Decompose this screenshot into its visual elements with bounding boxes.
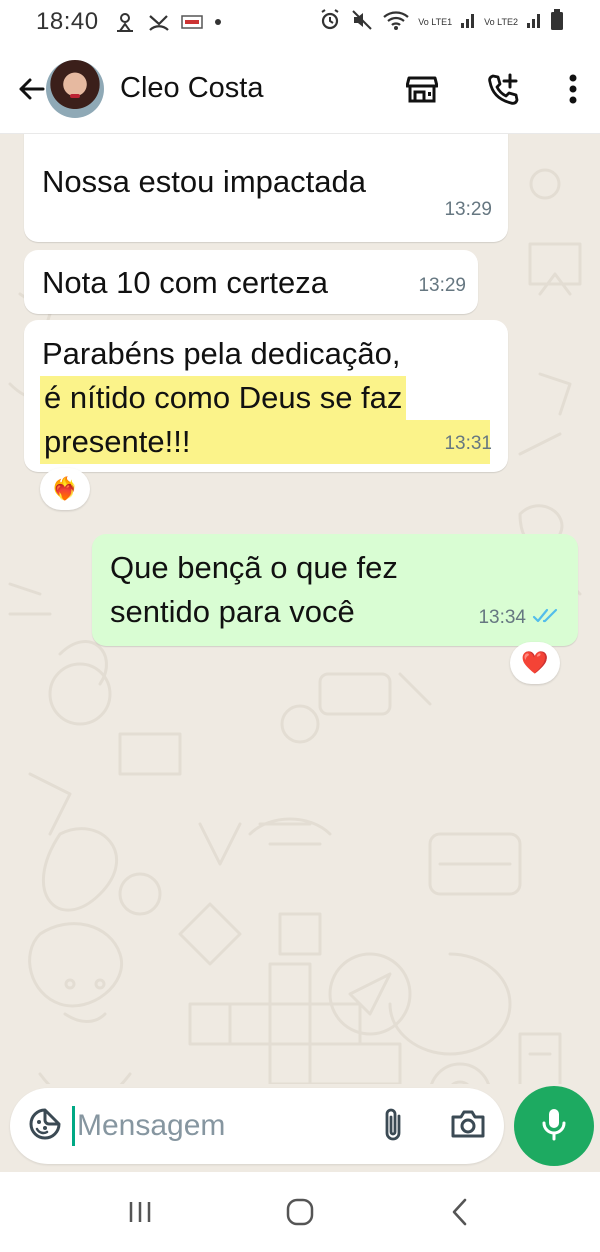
more-options-icon[interactable] — [568, 73, 578, 105]
back-arrow-icon[interactable] — [0, 59, 46, 119]
message-text: Nota 10 com certeza — [42, 265, 329, 300]
highlighted-text-line: presente!!! — [40, 420, 490, 464]
status-bar: 18:40 Vo LTE1 Vo LTE2 — [0, 0, 600, 44]
reaction-heart-on-fire[interactable]: ❤️‍🔥 — [40, 468, 90, 510]
voice-message-button[interactable] — [514, 1086, 594, 1166]
system-navigation-bar — [0, 1172, 600, 1252]
person-pin-icon — [113, 11, 137, 33]
message-time: 13:29 — [418, 275, 466, 296]
notification-app-icon — [180, 14, 203, 30]
microphone-icon — [539, 1106, 569, 1147]
status-time: 18:40 — [36, 8, 99, 35]
reaction-heart[interactable]: ❤️ — [510, 642, 560, 684]
message-input[interactable] — [72, 1106, 342, 1146]
emoji-sticker-icon[interactable] — [28, 1107, 62, 1146]
camera-icon[interactable] — [450, 1108, 486, 1145]
contact-name[interactable]: Cleo Costa — [120, 72, 263, 105]
missed-call-icon — [147, 11, 171, 33]
network-label-1: Vo LTE1 — [418, 16, 453, 27]
message-time: 13:34 — [478, 607, 526, 628]
message-bubble-incoming[interactable]: Nota 10 com certeza 13:29 — [24, 250, 478, 314]
network-label-2: Vo LTE2 — [484, 16, 518, 27]
message-time: 13:29 — [444, 199, 492, 220]
add-call-icon[interactable] — [486, 72, 520, 106]
highlighted-text-line: é nítido como Deus se faz — [40, 376, 407, 420]
signal-icon-1 — [460, 11, 476, 34]
message-bubble-incoming[interactable]: Parabéns pela dedicação, é nítido como D… — [24, 320, 508, 472]
battery-icon — [550, 8, 564, 36]
back-nav-icon[interactable] — [420, 1182, 500, 1242]
message-bubble-outgoing[interactable]: Que bençã o que fez sentido para você 13… — [92, 534, 578, 646]
message-text-line: sentido para você — [110, 594, 355, 629]
read-receipt-icon — [532, 592, 562, 636]
message-text-line: Parabéns pela dedicação, — [42, 336, 401, 371]
wifi-icon — [382, 9, 410, 36]
more-notifications-dot-icon — [213, 17, 223, 27]
chat-area[interactable]: Nossa estou impactada 13:29 Nota 10 com … — [0, 134, 600, 1084]
message-composer — [10, 1088, 504, 1164]
chat-header: Cleo Costa — [0, 44, 600, 134]
avatar[interactable] — [46, 59, 104, 118]
attach-clip-icon[interactable] — [380, 1106, 406, 1147]
home-icon[interactable] — [260, 1182, 340, 1242]
recent-apps-icon[interactable] — [100, 1182, 180, 1242]
message-time: 13:31 — [444, 433, 492, 454]
message-text: Nossa estou impactada — [42, 164, 366, 199]
mute-icon — [350, 8, 374, 37]
message-text-line: Que bençã o que fez — [110, 550, 398, 585]
alarm-icon — [318, 8, 342, 37]
message-bubble-incoming[interactable]: Nossa estou impactada 13:29 — [24, 134, 508, 242]
storefront-icon[interactable] — [406, 74, 438, 104]
signal-icon-2 — [526, 11, 542, 34]
